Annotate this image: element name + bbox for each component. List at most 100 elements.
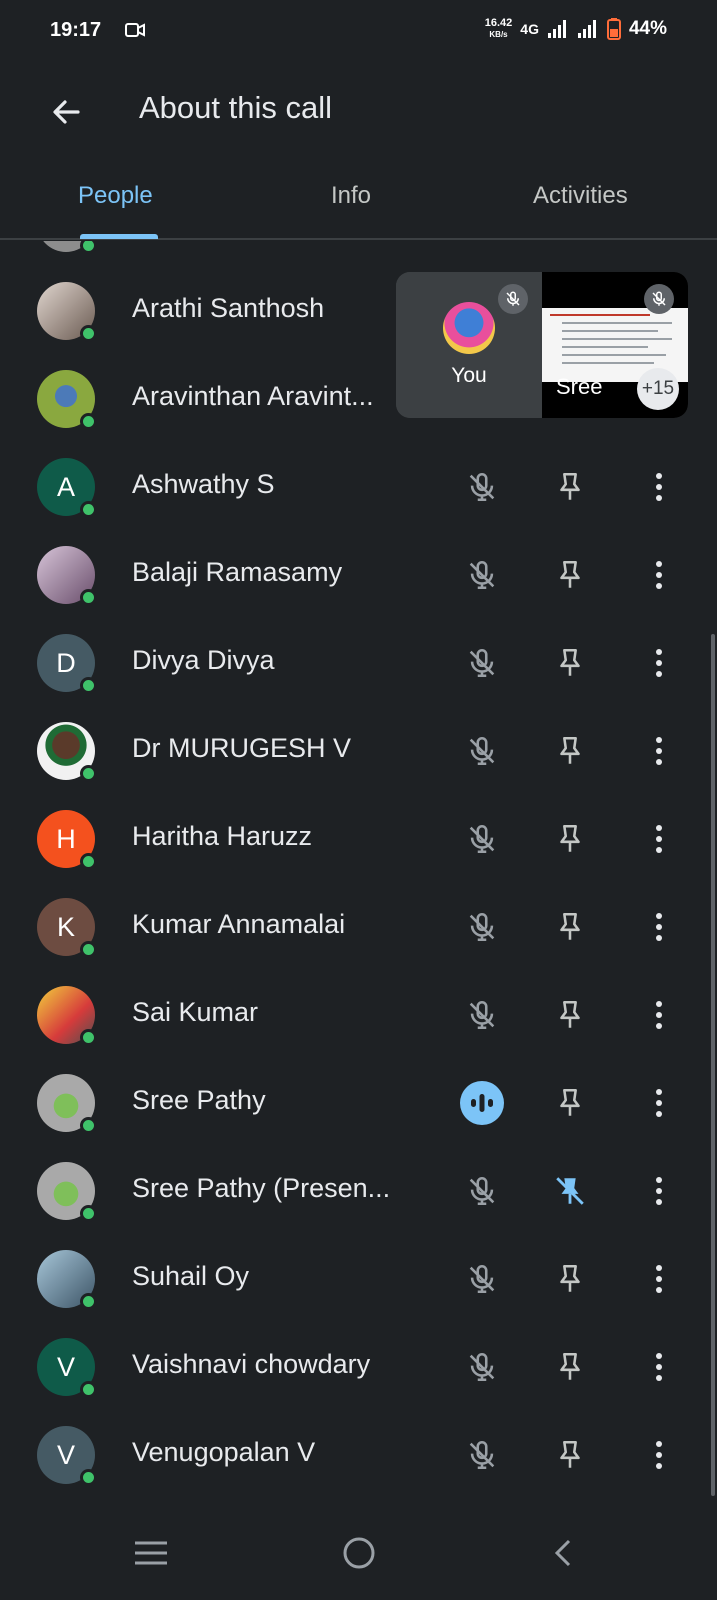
app-bar: About this call [0, 60, 717, 160]
participant-row[interactable]: D Divya Divya [0, 619, 717, 707]
speaking-indicator-icon[interactable] [460, 1081, 504, 1125]
online-status-dot [80, 1381, 97, 1398]
mic-off-icon[interactable] [460, 1169, 504, 1213]
mic-off-icon[interactable] [460, 1257, 504, 1301]
participant-name: Aravinthan Aravint... [132, 381, 374, 411]
online-status-dot [80, 1205, 97, 1222]
unpin-icon[interactable] [548, 1169, 592, 1213]
mic-off-icon[interactable] [460, 1345, 504, 1389]
participant-row[interactable]: H Haritha Haruzz [0, 795, 717, 883]
online-status-dot [80, 1029, 97, 1046]
participant-name: Kumar Annamalai [132, 909, 346, 939]
participant-row[interactable]: V Venugopalan V [0, 1411, 717, 1499]
home-button[interactable] [334, 1528, 384, 1578]
more-options-icon[interactable] [637, 993, 681, 1037]
participant-row[interactable]: Dr MURUGESH V [0, 707, 717, 795]
menu-icon [135, 1541, 167, 1565]
self-avatar [443, 302, 495, 354]
pip-more-participants[interactable]: +15 [637, 368, 679, 410]
participant-name: Haritha Haruzz [132, 821, 313, 851]
tab-people[interactable]: People [78, 182, 153, 210]
signal-icon-2 [577, 20, 596, 38]
participant-row[interactable]: Sree Pathy [0, 1059, 717, 1147]
pin-icon[interactable] [548, 553, 592, 597]
online-status-dot [80, 501, 97, 518]
mic-off-icon[interactable] [460, 641, 504, 685]
online-status-dot [80, 1469, 97, 1486]
more-options-icon[interactable] [637, 465, 681, 509]
online-status-dot [80, 853, 97, 870]
more-options-icon[interactable] [637, 729, 681, 773]
mic-off-icon[interactable] [460, 1433, 504, 1477]
pin-icon[interactable] [548, 729, 592, 773]
more-options-icon[interactable] [637, 553, 681, 597]
pip-self-tile[interactable]: You [396, 272, 542, 418]
network-speed-unit: KB/s [489, 30, 508, 39]
more-options-icon[interactable] [637, 905, 681, 949]
participant-row[interactable]: Akash Vr [0, 241, 717, 267]
mic-off-icon[interactable] [460, 817, 504, 861]
pin-icon[interactable] [548, 465, 592, 509]
back-button[interactable] [44, 90, 88, 134]
tab-activities[interactable]: Activities [533, 182, 628, 210]
online-status-dot [80, 1117, 97, 1134]
participant-row[interactable]: V Vaishnavi chowdary [0, 1323, 717, 1411]
more-options-icon[interactable] [637, 1433, 681, 1477]
mic-off-icon[interactable] [460, 905, 504, 949]
online-status-dot [80, 413, 97, 430]
pip-presenter-tile[interactable]: Sree +15 [542, 272, 688, 418]
tab-bar: People Info Activities [0, 170, 717, 240]
pin-icon[interactable] [548, 1433, 592, 1477]
more-options-icon[interactable] [637, 1081, 681, 1125]
mic-off-icon[interactable] [460, 553, 504, 597]
pin-icon[interactable] [548, 1257, 592, 1301]
pip-self-mic-off-icon [498, 284, 528, 314]
pin-icon[interactable] [548, 905, 592, 949]
participant-row[interactable]: A Ashwathy S [0, 443, 717, 531]
system-back-button[interactable] [538, 1528, 588, 1578]
pin-icon[interactable] [548, 1345, 592, 1389]
online-status-dot [80, 1293, 97, 1310]
more-options-icon[interactable] [637, 241, 681, 245]
tab-info[interactable]: Info [331, 182, 371, 210]
pip-window[interactable]: You Sree +15 [396, 272, 688, 418]
pin-icon[interactable] [548, 993, 592, 1037]
avatar-initial: D [56, 647, 76, 678]
scrollbar[interactable] [711, 634, 715, 1496]
mic-off-icon[interactable] [460, 465, 504, 509]
pin-icon[interactable] [548, 1081, 592, 1125]
battery-icon [606, 18, 621, 40]
online-status-dot [80, 241, 97, 254]
more-options-icon[interactable] [637, 641, 681, 685]
system-nav-bar [0, 1506, 717, 1600]
participant-name: Sree Pathy [132, 1085, 266, 1115]
participant-name: Venugopalan V [132, 1437, 316, 1467]
network-type: 4G [520, 21, 539, 37]
avatar-initial: V [56, 1439, 75, 1470]
mic-off-icon[interactable] [460, 993, 504, 1037]
pin-icon[interactable] [548, 241, 592, 245]
mic-off-icon[interactable] [460, 729, 504, 773]
battery-percent: 44% [628, 18, 667, 39]
participant-row[interactable]: Sai Kumar [0, 971, 717, 1059]
participant-name: Sree Pathy (Presen... [132, 1173, 391, 1203]
participant-row[interactable]: K Kumar Annamalai [0, 883, 717, 971]
pin-icon[interactable] [548, 817, 592, 861]
participant-list[interactable]: Akash Vr Arathi Santhosh Aravinthan Aravin… [0, 241, 717, 1506]
participant-row[interactable]: Balaji Ramasamy [0, 531, 717, 619]
page-title: About this call [139, 90, 332, 125]
more-options-icon[interactable] [637, 817, 681, 861]
more-options-icon[interactable] [637, 1169, 681, 1213]
mic-off-icon[interactable] [460, 241, 504, 245]
avatar-initial: H [56, 823, 76, 854]
recent-apps-button[interactable] [126, 1528, 176, 1578]
participant-name: Ashwathy S [132, 469, 275, 499]
status-bar: 19:17 16.42 KB/s 4G 44% [0, 0, 717, 60]
participant-row[interactable]: Suhail Oy [0, 1235, 717, 1323]
more-options-icon[interactable] [637, 1345, 681, 1389]
pin-icon[interactable] [548, 641, 592, 685]
participant-row[interactable]: Sree Pathy (Presen... [0, 1147, 717, 1235]
participant-name: Dr MURUGESH V [132, 733, 352, 763]
participant-name: Vaishnavi chowdary [132, 1349, 371, 1379]
more-options-icon[interactable] [637, 1257, 681, 1301]
